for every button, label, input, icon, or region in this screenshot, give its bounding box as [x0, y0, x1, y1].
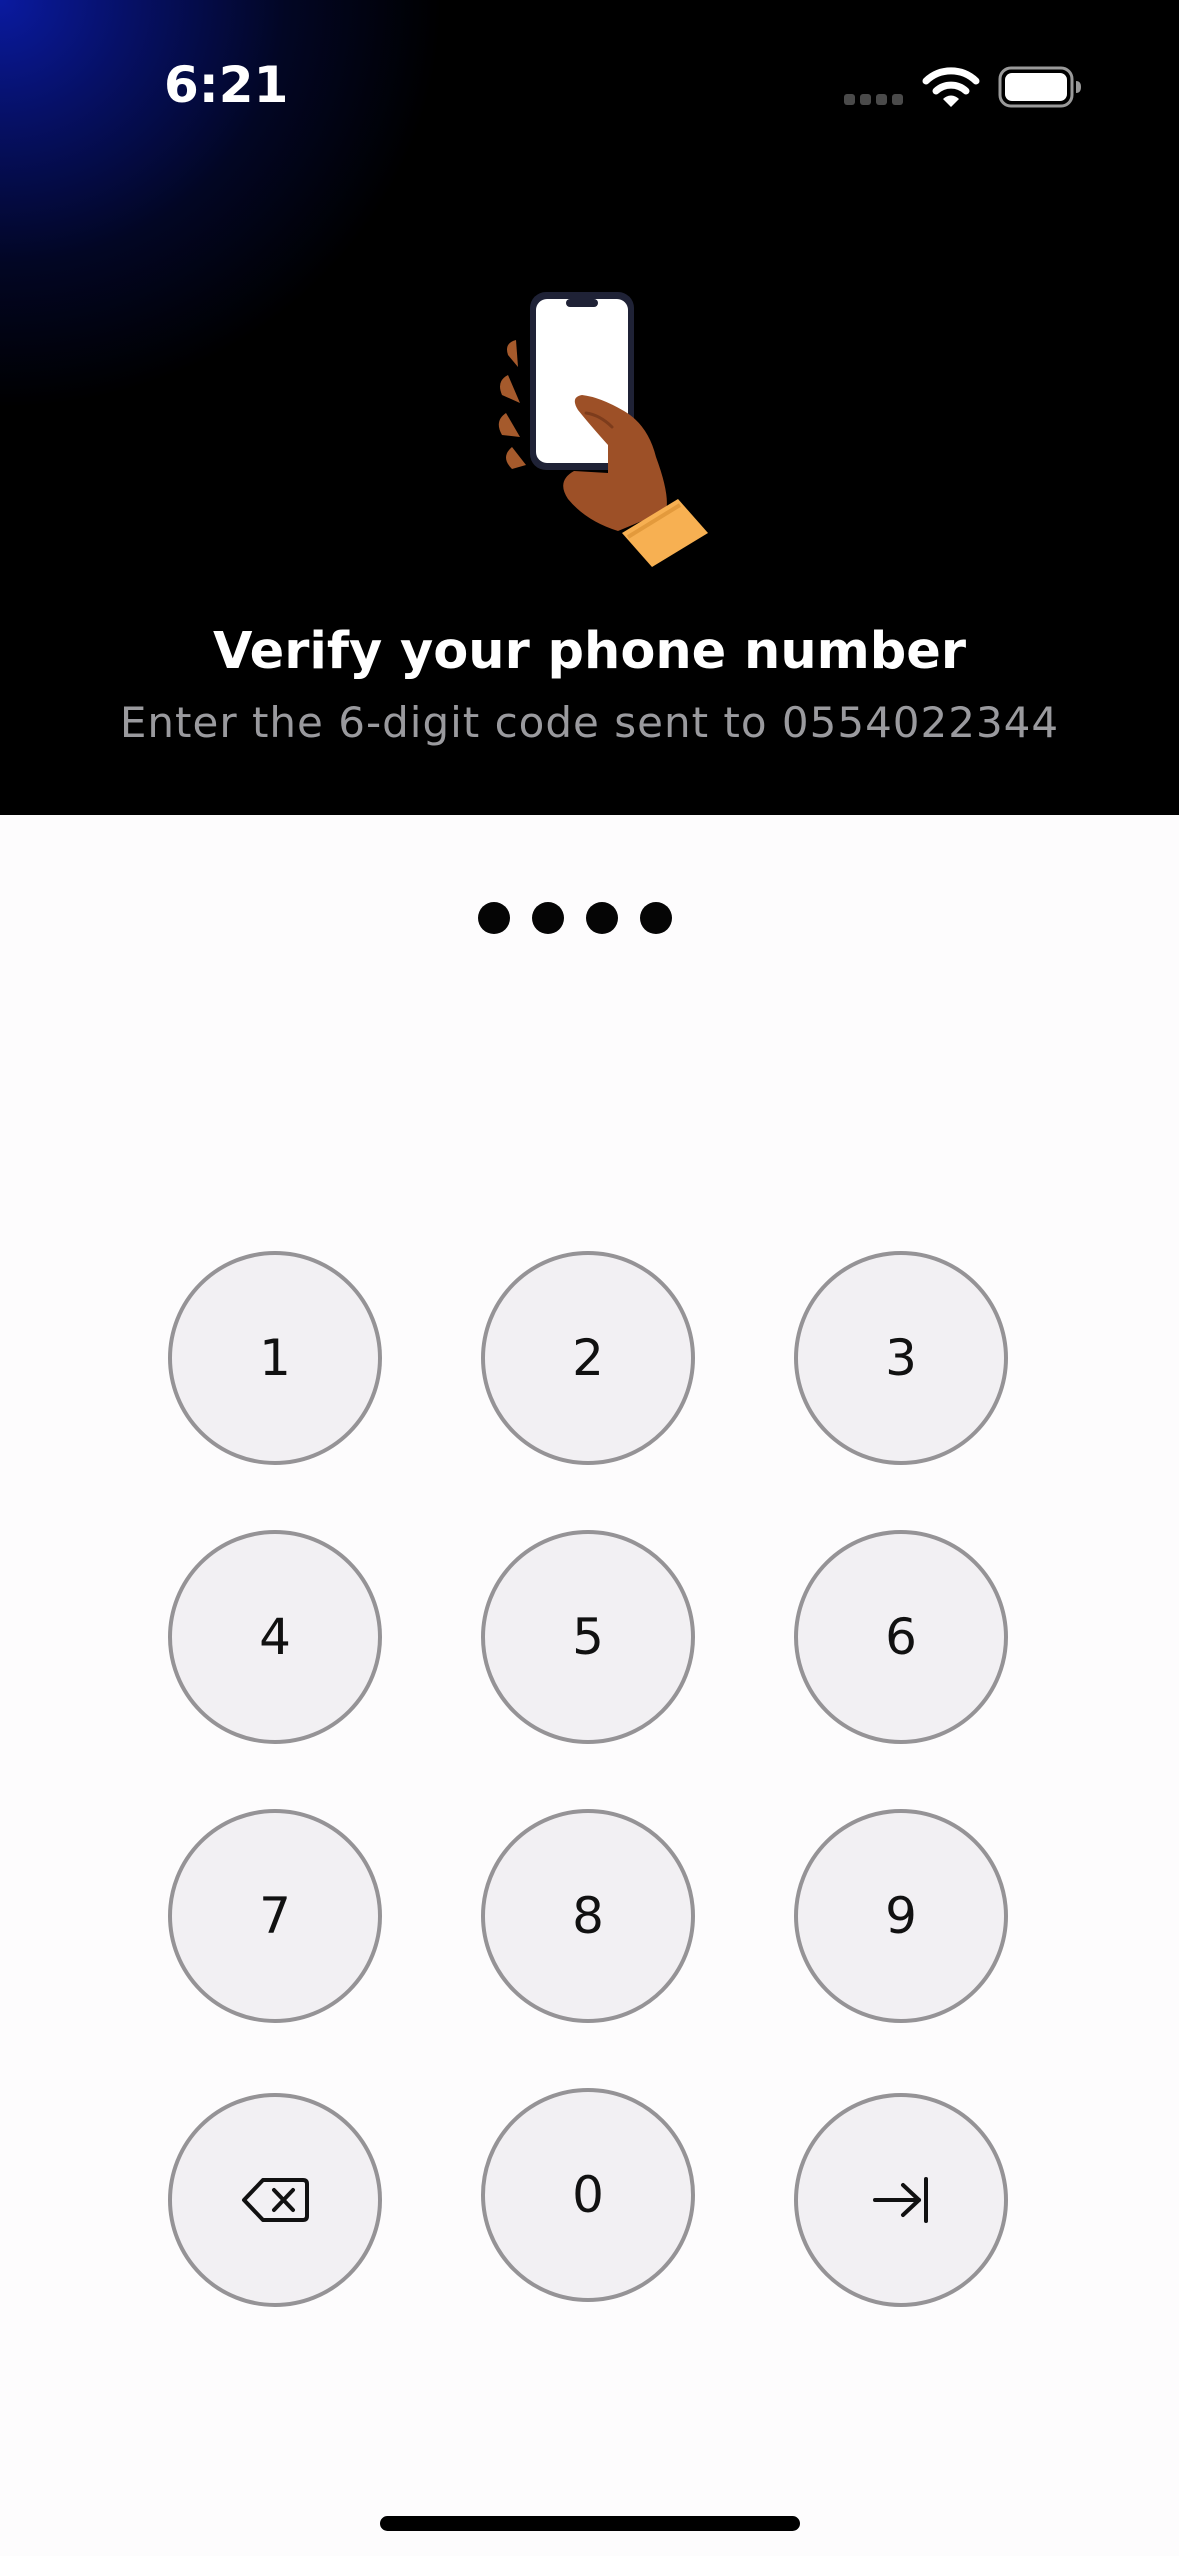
wifi-icon	[922, 67, 980, 107]
code-dot	[478, 902, 510, 934]
key-label: 8	[572, 1887, 604, 1945]
battery-icon	[998, 66, 1081, 108]
code-progress-dots	[478, 902, 678, 936]
keypad-key-9[interactable]: 9	[794, 1809, 1008, 2023]
submit-button[interactable]	[794, 2093, 1008, 2307]
status-bar: 6:21	[0, 0, 1179, 170]
keypad-key-3[interactable]: 3	[794, 1251, 1008, 1465]
code-dot	[640, 902, 672, 934]
key-label: 0	[572, 2166, 604, 2224]
keypad-key-4[interactable]: 4	[168, 1530, 382, 1744]
arrow-right-to-bar-icon	[873, 2177, 928, 2223]
code-dot	[532, 902, 564, 934]
home-indicator[interactable]	[380, 2516, 800, 2531]
key-label: 4	[259, 1608, 291, 1666]
hand-holding-phone-illustration	[498, 292, 708, 567]
keypad-key-5[interactable]: 5	[481, 1530, 695, 1744]
keypad-key-2[interactable]: 2	[481, 1251, 695, 1465]
backspace-button[interactable]	[168, 2093, 382, 2307]
key-label: 7	[259, 1887, 291, 1945]
keypad-key-1[interactable]: 1	[168, 1251, 382, 1465]
cellular-signal-icon	[844, 94, 906, 108]
backspace-icon	[242, 2178, 309, 2222]
page-subtitle: Enter the 6-digit code sent to 055402234…	[119, 698, 1060, 747]
page-title: Verify your phone number	[212, 622, 967, 681]
key-label: 9	[885, 1887, 917, 1945]
key-label: 1	[259, 1329, 291, 1387]
key-label: 6	[885, 1608, 917, 1666]
status-time: 6:21	[164, 56, 289, 114]
keypad-key-6[interactable]: 6	[794, 1530, 1008, 1744]
verify-header: 6:21 Verify your phone number Enter the …	[0, 0, 1179, 815]
keypad-key-8[interactable]: 8	[481, 1809, 695, 2023]
keypad-key-7[interactable]: 7	[168, 1809, 382, 2023]
key-label: 3	[885, 1329, 917, 1387]
key-label: 5	[572, 1608, 604, 1666]
keypad-key-0[interactable]: 0	[481, 2088, 695, 2302]
code-dot	[586, 902, 618, 934]
key-label: 2	[572, 1329, 604, 1387]
